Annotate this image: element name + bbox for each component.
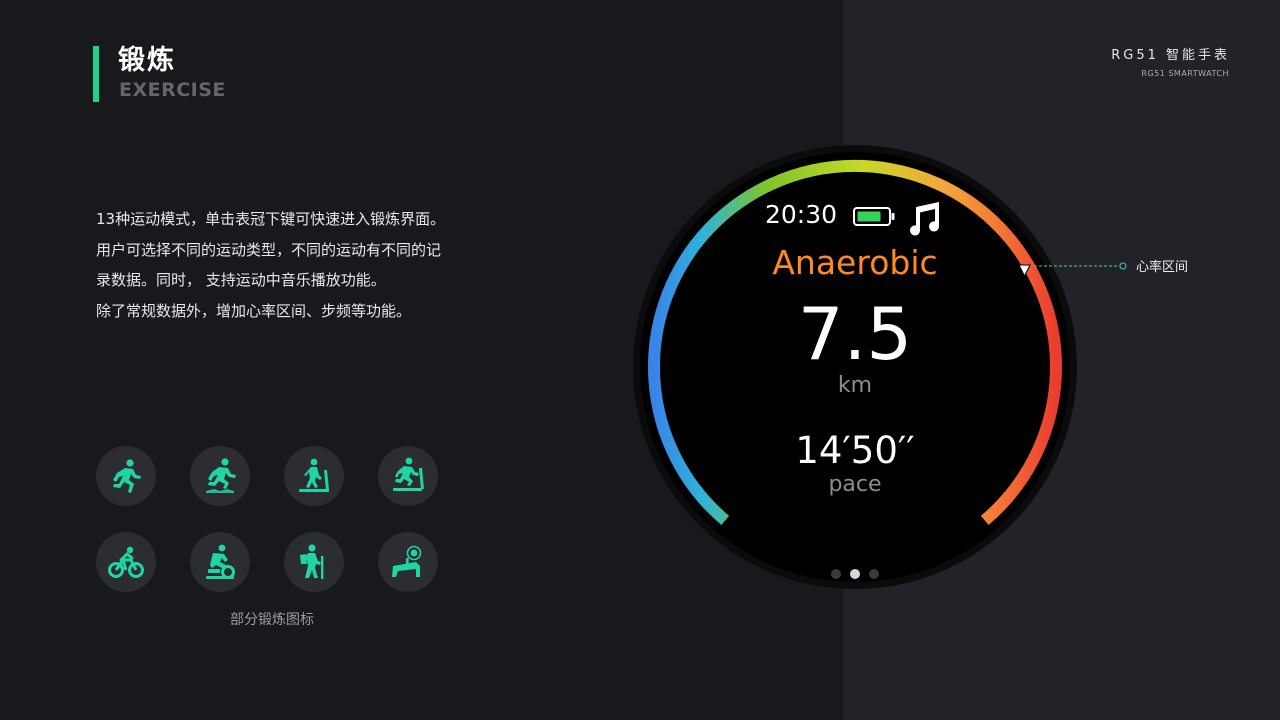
outdoor-run-icon bbox=[96, 446, 156, 506]
page-subtitle: EXERCISE bbox=[119, 79, 226, 101]
distance-unit: km bbox=[837, 373, 873, 398]
feature-description: 13种运动模式，单击表冠下键可快速进入锻炼界面。用户可选择不同的运动类型，不同的… bbox=[96, 204, 448, 326]
watch-face: 20:30 Anaerobic 7.5 km 14′50′′ pace bbox=[633, 145, 1077, 589]
description-paragraph-2: 除了常规数据外，增加心率区间、步频等功能。 bbox=[96, 301, 412, 320]
pace-value: 14′50′′ bbox=[795, 429, 915, 472]
exercise-icons-grid bbox=[96, 446, 438, 594]
heart-rate-zone-callout: 心率区间 bbox=[1136, 260, 1189, 275]
page-dot bbox=[869, 569, 879, 579]
trail-run-icon bbox=[190, 446, 250, 506]
hiking-icon bbox=[284, 532, 344, 592]
workout-mode-label: Anaerobic bbox=[772, 243, 938, 282]
outdoor-cycle-icon bbox=[96, 532, 156, 592]
page-dot bbox=[831, 569, 841, 579]
page-indicator bbox=[831, 569, 879, 579]
pace-unit: pace bbox=[828, 472, 882, 497]
strength-training-icon bbox=[378, 532, 438, 592]
indoor-cycle-icon bbox=[190, 532, 250, 592]
callout-line bbox=[1034, 262, 1127, 270]
watch-time: 20:30 bbox=[765, 200, 838, 229]
treadmill-run-icon bbox=[378, 446, 438, 506]
distance-value: 7.5 bbox=[797, 292, 913, 376]
brand-name-en: RG51 SMARTWATCH bbox=[1141, 69, 1229, 78]
page-dot-active bbox=[850, 569, 860, 579]
page-title: 锻炼 bbox=[118, 45, 176, 76]
treadmill-walk-icon bbox=[284, 446, 344, 506]
description-paragraph-1: 13种运动模式，单击表冠下键可快速进入锻炼界面。用户可选择不同的运动类型，不同的… bbox=[96, 210, 446, 289]
icons-caption: 部分锻炼图标 bbox=[230, 612, 314, 628]
title-accent-bar bbox=[93, 46, 99, 102]
brand-name: RG51 智能手表 bbox=[1111, 48, 1230, 63]
